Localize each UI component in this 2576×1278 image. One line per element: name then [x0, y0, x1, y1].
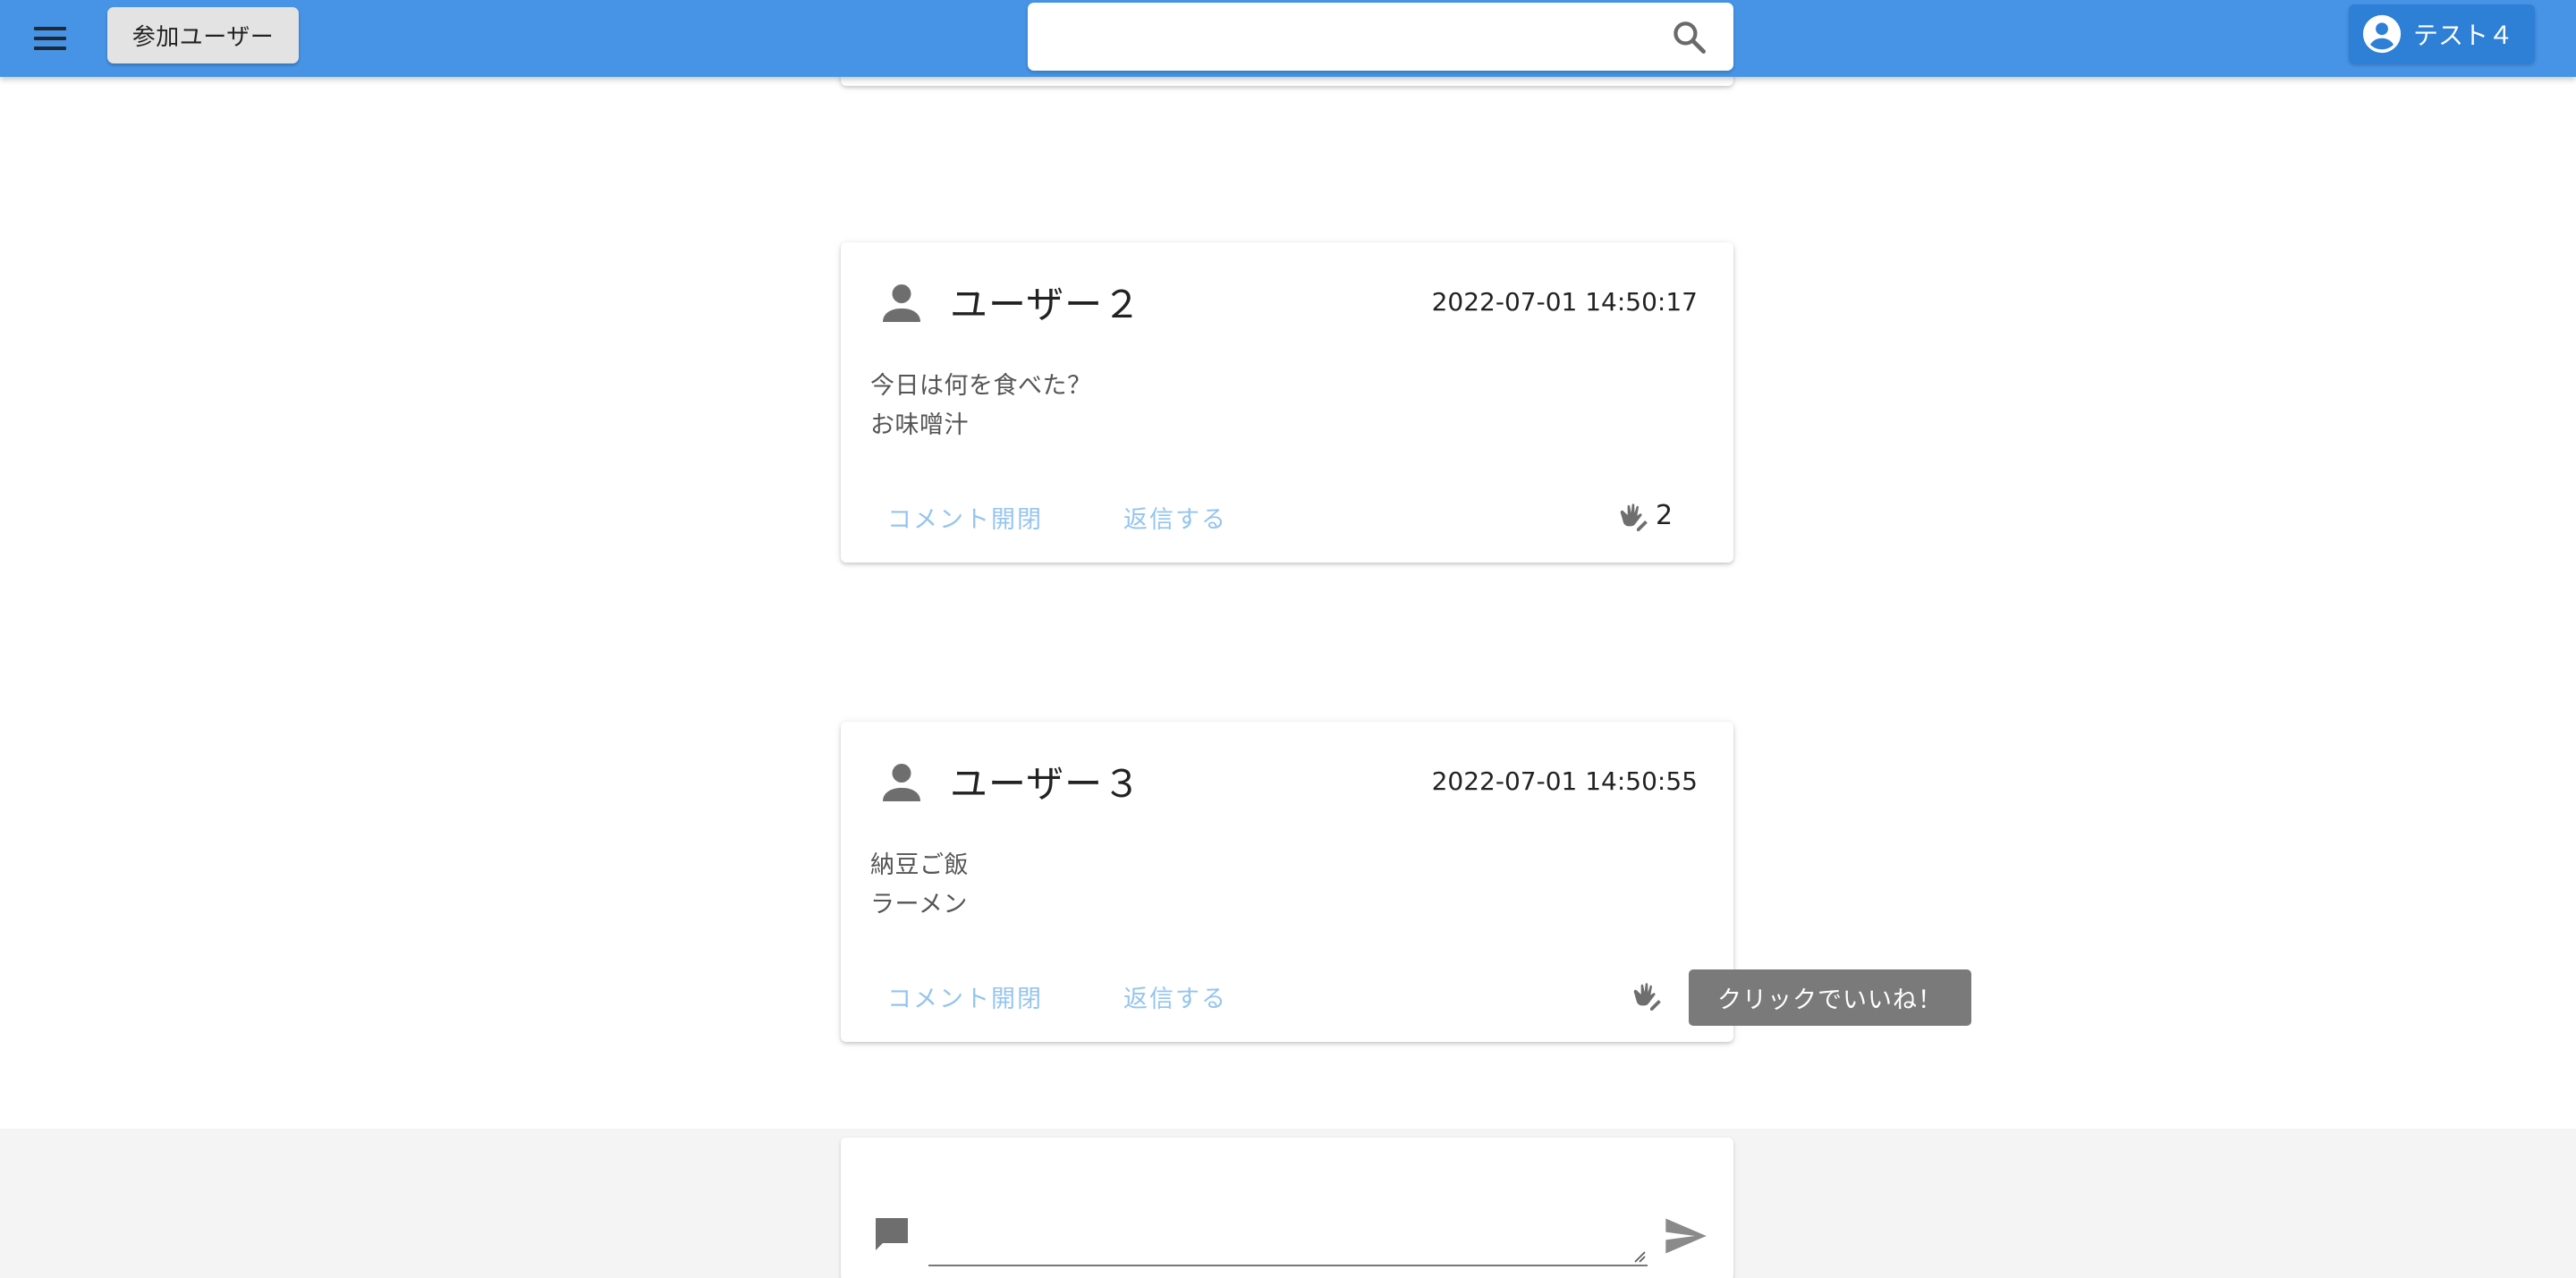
- post-body-line: 今日は何を食べた？: [870, 372, 1092, 400]
- account-name: テスト４: [2413, 21, 2514, 50]
- search-box: [1028, 3, 1733, 71]
- like-count: 2: [1656, 500, 1674, 531]
- post-card: ユーザー３ 2022-07-01 14:50:55 納豆ご飯 ラーメン コメント…: [841, 722, 1733, 1042]
- account-button[interactable]: テスト４: [2349, 4, 2535, 63]
- send-icon[interactable]: [1662, 1213, 1708, 1259]
- reply-button[interactable]: 返信する: [1123, 979, 1227, 1014]
- post-body-line: 納豆ご飯: [870, 851, 969, 879]
- app-bar: 参加ユーザー テスト４: [0, 0, 2576, 77]
- comment-icon: [876, 1218, 908, 1250]
- post-username: ユーザー２: [950, 283, 1142, 326]
- person-icon: [883, 764, 920, 801]
- sign-language-icon[interactable]: [1614, 498, 1650, 534]
- post-username: ユーザー３: [950, 762, 1142, 806]
- menu-icon[interactable]: [25, 17, 75, 60]
- like-tooltip: クリックでいいね！: [1689, 969, 1971, 1026]
- comment-toggle-button[interactable]: コメント開閉: [887, 979, 1043, 1014]
- post-body-line: ラーメン: [870, 891, 968, 918]
- post-card: ユーザー２ 2022-07-01 14:50:17 今日は何を食べた？ お味噌汁…: [841, 242, 1733, 563]
- search-icon[interactable]: [1670, 18, 1709, 57]
- search-input[interactable]: [1046, 10, 1654, 63]
- composer-footer: [0, 1129, 2576, 1278]
- reply-button[interactable]: 返信する: [1123, 500, 1227, 535]
- account-circle-icon: [2362, 14, 2402, 54]
- composer-card: [841, 1138, 1733, 1278]
- comment-toggle-button[interactable]: コメント開閉: [887, 500, 1043, 535]
- post-timestamp: 2022-07-01 14:50:17: [1431, 287, 1698, 317]
- post-body-line: お味噌汁: [870, 411, 969, 439]
- sign-language-icon[interactable]: [1628, 978, 1664, 1013]
- comment-input[interactable]: [928, 1195, 1648, 1266]
- person-icon: [883, 284, 920, 322]
- members-button[interactable]: 参加ユーザー: [107, 7, 299, 63]
- resize-grip-icon[interactable]: [1631, 1248, 1646, 1263]
- post-timestamp: 2022-07-01 14:50:55: [1431, 766, 1698, 796]
